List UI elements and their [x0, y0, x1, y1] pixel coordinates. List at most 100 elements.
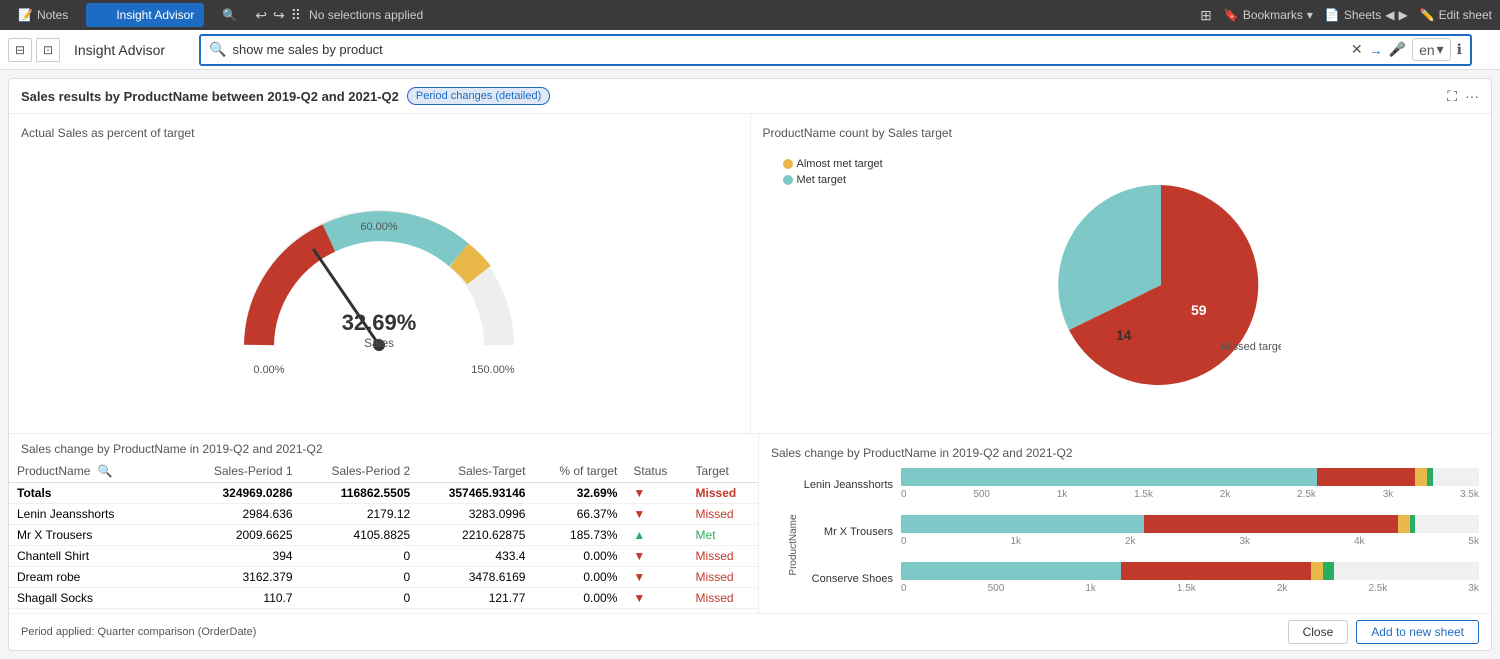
- row-pct: 0.00%: [533, 588, 625, 609]
- search-actions: ✕ → 🎤 en ▾ ℹ: [1351, 38, 1462, 61]
- row-pct: 185.73%: [533, 525, 625, 546]
- almost-met-dot: [783, 159, 793, 169]
- svg-text:60.00%: 60.00%: [361, 221, 399, 233]
- row-p1: 394: [183, 546, 301, 567]
- bookmarks-button[interactable]: 🔖 Bookmarks ▾: [1224, 8, 1313, 22]
- svg-text:Sales: Sales: [364, 336, 394, 350]
- edit-icon: ✏️: [1420, 8, 1435, 22]
- layout-single-icon[interactable]: ⊡: [36, 38, 60, 62]
- col-header-p2: Sales-Period 2: [301, 460, 419, 483]
- bookmarks-label: Bookmarks: [1243, 8, 1303, 22]
- tab-notes[interactable]: 📝 Notes: [8, 4, 78, 26]
- row-arrow: ▼: [625, 567, 687, 588]
- bar-label-3: Conserve Shoes: [791, 573, 901, 585]
- row-p2: 2179.12: [301, 504, 419, 525]
- layout-toggle: ⊟ ⊡: [8, 38, 60, 62]
- totals-arrow: ▼: [625, 483, 687, 504]
- table-title: Sales change by ProductName in 2019-Q2 a…: [9, 434, 758, 460]
- sheets-next[interactable]: ▶: [1398, 8, 1407, 22]
- gauge-chart-section: Actual Sales as percent of target: [9, 114, 751, 433]
- svg-text:0.00%: 0.00%: [254, 364, 285, 376]
- top-bar-right-actions: ⊞ 🔖 Bookmarks ▾ 📄 Sheets ◀ ▶ ✏️ Edit she…: [1200, 7, 1492, 24]
- col-header-target2: Target: [688, 460, 758, 483]
- row-status: Met: [688, 525, 758, 546]
- svg-text:Missed target: Missed target: [1221, 341, 1281, 353]
- row-p2: 4105.8825: [301, 525, 419, 546]
- submit-search-icon[interactable]: →: [1369, 42, 1383, 58]
- pie-chart-section: ProductName count by Sales target Almost…: [751, 114, 1492, 433]
- row-pct: 0.00%: [533, 567, 625, 588]
- totals-p2: 116862.5505: [301, 483, 419, 504]
- row-product: Shagall Socks: [9, 588, 183, 609]
- voice-input-icon[interactable]: 🎤: [1389, 41, 1406, 58]
- row-status: Missed: [688, 588, 758, 609]
- card-header: Sales results by ProductName between 201…: [9, 79, 1491, 114]
- search-tab[interactable]: 🔍: [212, 4, 247, 26]
- footer-actions: Close Add to new sheet: [1288, 620, 1479, 644]
- svg-text:14: 14: [1116, 327, 1132, 343]
- row-status: Missed: [688, 504, 758, 525]
- row-p1: 3162.379: [183, 567, 301, 588]
- undo-icon[interactable]: ↩: [255, 7, 267, 24]
- edit-sheet-button[interactable]: ✏️ Edit sheet: [1420, 8, 1492, 22]
- row-arrow: ▲: [625, 525, 687, 546]
- table-row: Chantell Shirt 394 0 433.4 0.00% ▼ Misse…: [9, 546, 758, 567]
- sheets-icon: 📄: [1325, 8, 1340, 22]
- search-input[interactable]: [233, 42, 1351, 57]
- redo-icon[interactable]: ↪: [273, 7, 285, 24]
- selection-status: No selections applied: [309, 8, 423, 22]
- bar-chart-title: Sales change by ProductName in 2019-Q2 a…: [771, 446, 1479, 460]
- row-arrow: ▼: [625, 588, 687, 609]
- grid-icon[interactable]: ⊞: [1200, 7, 1212, 24]
- met-label: Met target: [797, 174, 847, 186]
- gauge-svg: 32.69% Sales 0.00% 60.00% 150.00%: [219, 175, 539, 395]
- sheets-button[interactable]: 📄 Sheets ◀ ▶: [1325, 8, 1408, 22]
- totals-target: 357465.93146: [418, 483, 533, 504]
- table-row: Dream robe 3162.379 0 3478.6169 0.00% ▼ …: [9, 567, 758, 588]
- period-badge[interactable]: Period changes (detailed): [407, 87, 550, 105]
- clear-search-icon[interactable]: ✕: [1351, 41, 1363, 58]
- add-to-sheet-button[interactable]: Add to new sheet: [1356, 620, 1479, 644]
- table-wrapper[interactable]: ProductName 🔍 Sales-Period 1 Sales-Perio…: [9, 460, 758, 613]
- row-product: Dream robe: [9, 567, 183, 588]
- bar-row-3: Conserve Shoes 05001k1: [791, 562, 1479, 595]
- sheets-label: Sheets: [1344, 8, 1381, 22]
- layout-panels-icon[interactable]: ⊟: [8, 38, 32, 62]
- period-label: Period applied:: [21, 626, 94, 638]
- insight-advisor-tab-label: Insight Advisor: [116, 8, 194, 22]
- totals-status: Missed: [688, 483, 758, 504]
- notes-icon: 📝: [18, 8, 33, 22]
- met-dot: [783, 175, 793, 185]
- tab-insight-advisor[interactable]: Insight Advisor: [86, 3, 204, 27]
- col-header-pct: % of target: [533, 460, 625, 483]
- table-section: Sales change by ProductName in 2019-Q2 a…: [9, 434, 759, 613]
- almost-met-label: Almost met target: [797, 158, 883, 170]
- pie-legend: Almost met target Met target: [783, 158, 883, 186]
- pie-legend-met: Met target: [783, 174, 883, 186]
- row-status: Missed: [688, 546, 758, 567]
- lang-chevron: ▾: [1437, 41, 1444, 58]
- row-product: Chantell Shirt: [9, 546, 183, 567]
- table-row-totals: Totals 324969.0286 116862.5505 357465.93…: [9, 483, 758, 504]
- row-product: Lenin Jeansshorts: [9, 504, 183, 525]
- more-icon[interactable]: ⠿: [291, 7, 301, 24]
- more-options-icon[interactable]: ···: [1465, 88, 1479, 105]
- table-row: Lenin Jeansshorts 2984.636 2179.12 3283.…: [9, 504, 758, 525]
- sheets-prev[interactable]: ◀: [1385, 8, 1394, 22]
- pie-title: ProductName count by Sales target: [763, 126, 1480, 140]
- totals-pct: 32.69%: [533, 483, 625, 504]
- row-target: 3478.6169: [418, 567, 533, 588]
- language-selector[interactable]: en ▾: [1412, 38, 1451, 61]
- close-button[interactable]: Close: [1288, 620, 1349, 644]
- search-tab-icon: 🔍: [222, 8, 237, 22]
- sales-table: ProductName 🔍 Sales-Period 1 Sales-Perio…: [9, 460, 758, 613]
- col-header-p1: Sales-Period 1: [183, 460, 301, 483]
- table-search-icon[interactable]: 🔍: [98, 464, 113, 478]
- expand-icon[interactable]: ⛶: [1447, 88, 1457, 105]
- search-bar-icon: 🔍: [209, 41, 226, 58]
- row-p1: 2009.6625: [183, 525, 301, 546]
- row-p2: 0: [301, 546, 419, 567]
- bookmarks-chevron: ▾: [1307, 8, 1313, 22]
- totals-p1: 324969.0286: [183, 483, 301, 504]
- info-icon[interactable]: ℹ: [1457, 41, 1462, 58]
